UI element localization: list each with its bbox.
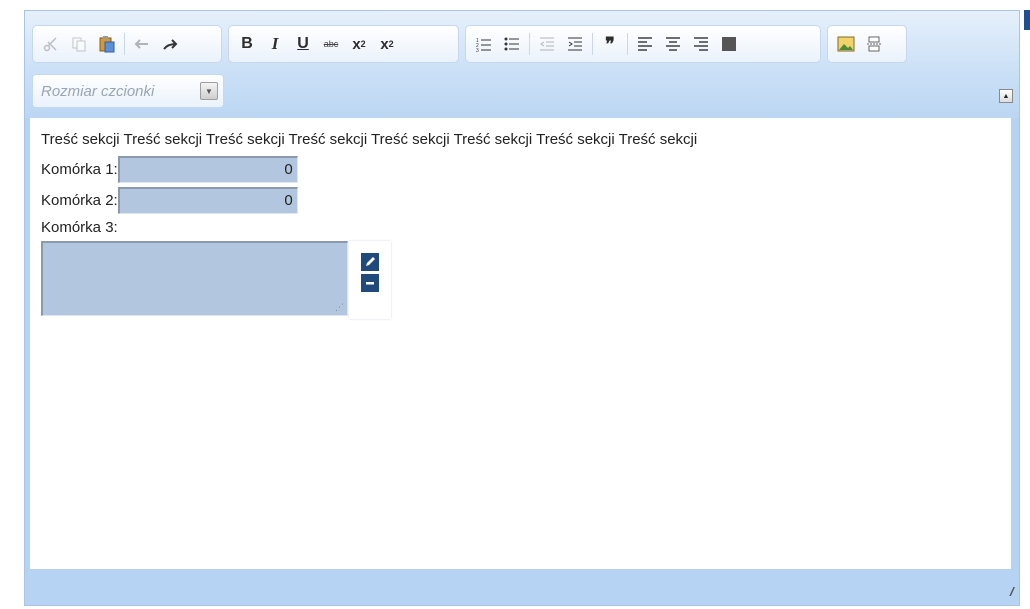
strikethrough-button[interactable]: abc [319, 31, 343, 57]
numbered-list-icon[interactable]: 123 [472, 31, 496, 57]
outdent-icon[interactable] [535, 31, 559, 57]
align-center-icon[interactable] [661, 31, 685, 57]
cell-row-3: Komórka 3: [41, 219, 118, 236]
chevron-down-icon[interactable]: ▼ [200, 82, 218, 100]
font-size-select[interactable]: Rozmiar czcionki ▼ [32, 74, 224, 108]
undo-icon[interactable] [130, 31, 154, 57]
edit-pencil-icon[interactable] [361, 253, 379, 271]
editor-status-bar: /// [25, 569, 1019, 605]
align-left-icon[interactable] [633, 31, 657, 57]
editor-content-area[interactable]: Treść sekcji Treść sekcji Treść sekcji T… [30, 118, 1011, 570]
rich-text-editor: B I U abc x2 x2 123 ❞ Rozmiar czcionki ▼… [24, 10, 1020, 606]
toolbar-separator [592, 33, 593, 55]
cell-3-textarea[interactable]: ⋰ [41, 241, 348, 316]
toolbar-separator [529, 33, 530, 55]
collapse-toolbar-button[interactable]: ▲ [999, 89, 1013, 103]
copy-icon[interactable] [67, 31, 91, 57]
edge-marker [1024, 10, 1030, 30]
paste-icon[interactable] [95, 31, 119, 57]
subscript-base: x [352, 35, 361, 53]
format-toolbar-group: B I U abc x2 x2 [228, 25, 459, 63]
bold-button[interactable]: B [235, 31, 259, 57]
cell-3-label: Komórka 3: [41, 219, 118, 236]
remove-minus-icon[interactable] [361, 274, 379, 292]
blockquote-icon[interactable]: ❞ [598, 31, 622, 57]
align-right-icon[interactable] [689, 31, 713, 57]
indent-icon[interactable] [563, 31, 587, 57]
paragraph-toolbar-group: 123 ❞ [465, 25, 821, 63]
superscript-mark: 2 [388, 39, 394, 49]
toolbar-separator [124, 33, 125, 55]
editor-resize-grip-icon[interactable]: /// [1010, 585, 1014, 599]
cell-row-1: Komórka 1: 0 [41, 156, 298, 183]
redo-icon[interactable] [158, 31, 182, 57]
cell-2-input[interactable]: 0 [117, 187, 298, 214]
toolbar-separator [627, 33, 628, 55]
underline-button[interactable]: U [291, 31, 315, 57]
subscript-mark: 2 [360, 39, 366, 49]
superscript-button[interactable]: x2 [375, 31, 399, 57]
section-content-text: Treść sekcji Treść sekcji Treść sekcji T… [41, 131, 698, 148]
image-icon[interactable] [834, 31, 858, 57]
page-break-icon[interactable] [862, 31, 886, 57]
bulleted-list-icon[interactable] [500, 31, 524, 57]
cell-3-tools [349, 241, 391, 319]
clipboard-toolbar-group [32, 25, 222, 63]
textarea-resize-grip-icon[interactable]: ⋰ [335, 302, 344, 313]
italic-button[interactable]: I [263, 31, 287, 57]
svg-text:3: 3 [476, 48, 479, 52]
cell-2-label: Komórka 2: [41, 192, 118, 209]
insert-toolbar-group [827, 25, 907, 63]
superscript-base: x [380, 35, 389, 53]
cell-1-input[interactable]: 0 [117, 156, 298, 183]
subscript-button[interactable]: x2 [347, 31, 371, 57]
cut-icon[interactable] [39, 31, 63, 57]
font-size-label: Rozmiar czcionki [41, 82, 155, 100]
align-justify-icon[interactable] [717, 31, 741, 57]
cell-1-label: Komórka 1: [41, 161, 118, 178]
cell-row-2: Komórka 2: 0 [41, 187, 298, 214]
editor-toolbar: B I U abc x2 x2 123 ❞ Rozmiar czcionki ▼… [25, 11, 1019, 118]
